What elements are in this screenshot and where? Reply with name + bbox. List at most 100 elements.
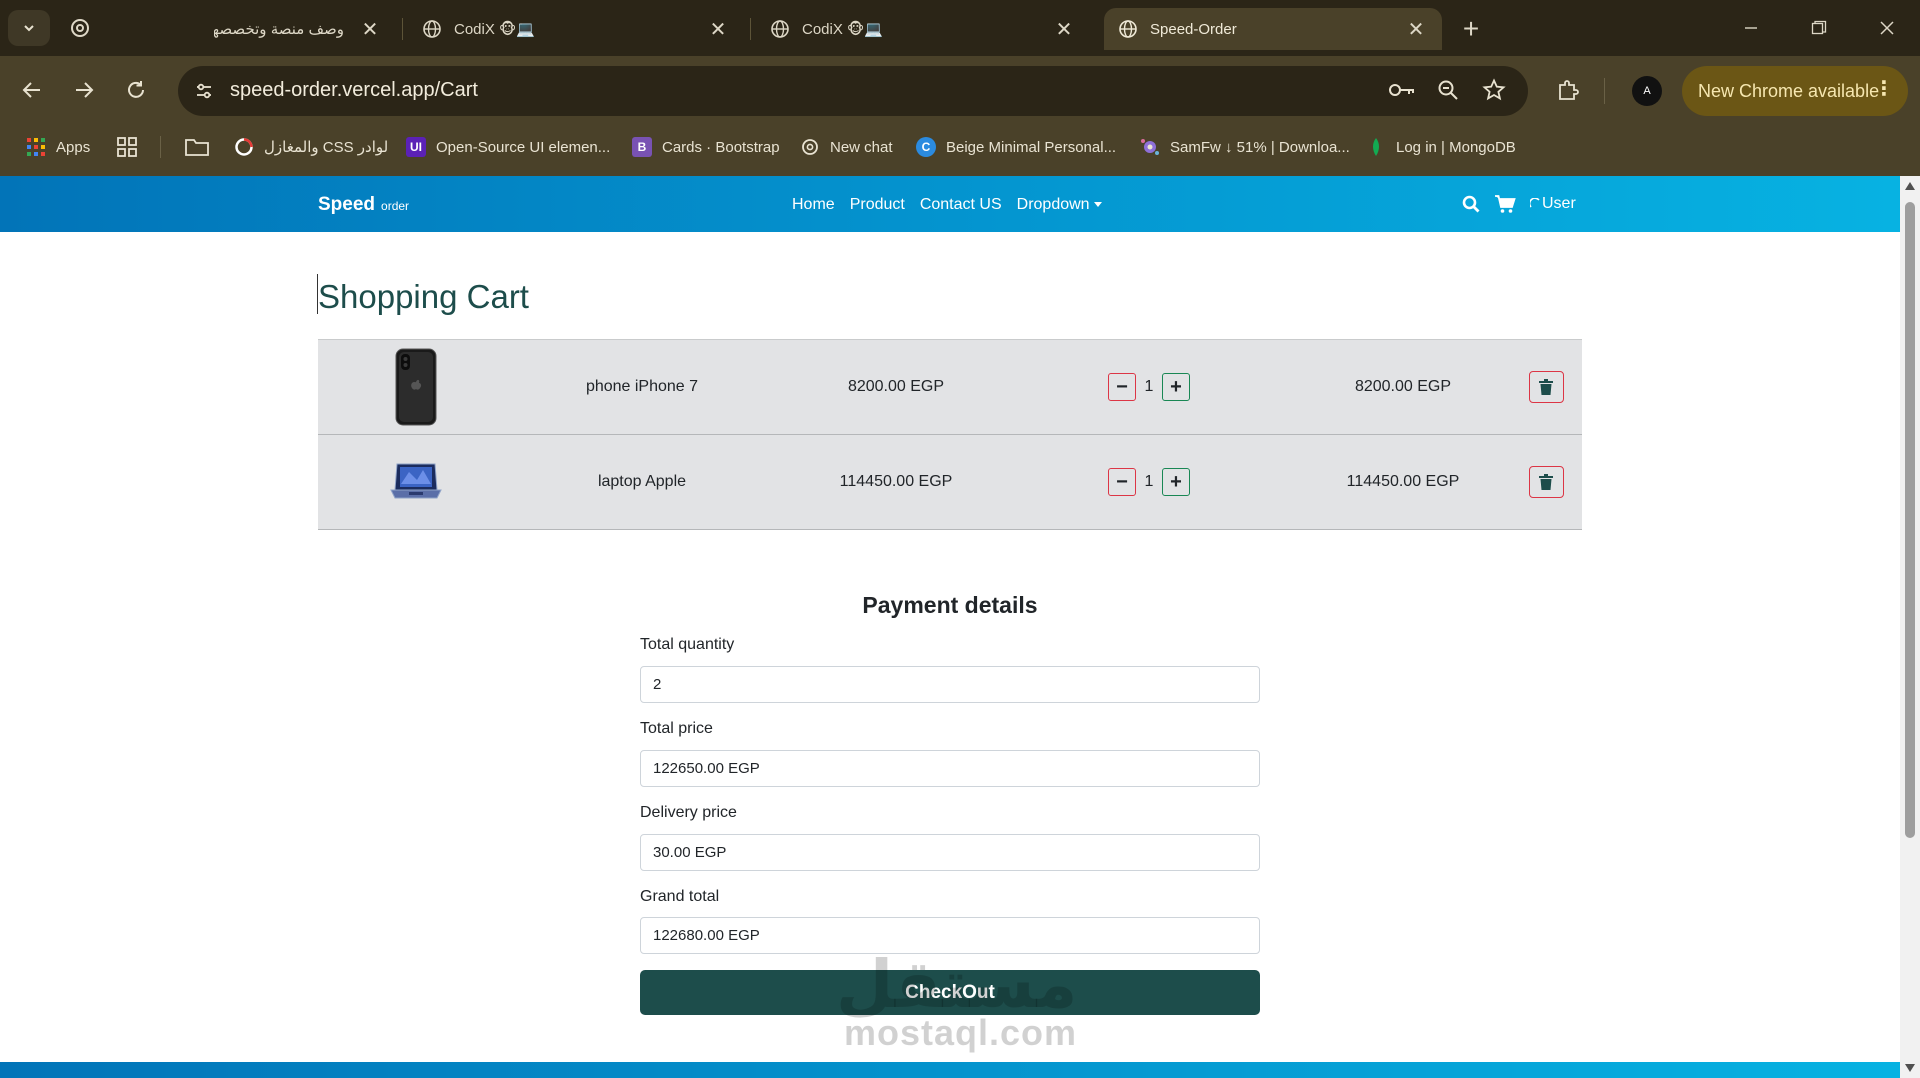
pinned-tab-chatgpt[interactable] [62,12,98,44]
product-total: 114450.00 EGP [1346,473,1460,490]
user-menu[interactable]: User [1530,195,1576,213]
loader-icon [235,138,253,156]
address-bar[interactable]: speed-order.vercel.app/Cart [178,66,1528,116]
increase-quantity-button[interactable]: + [1162,468,1190,496]
delete-item-button[interactable] [1528,466,1564,498]
nav-link-contact[interactable]: Contact US [920,196,1002,214]
zoom-out-icon [1438,80,1458,100]
new-tab-button[interactable]: + [1454,12,1488,46]
nav-links: Home Product Contact US Dropdown [792,196,1102,214]
tab-codix-1[interactable]: CodiX 🐵💻 ✕ [408,8,744,50]
bookmark-apps[interactable]: Apps [26,130,90,164]
tab-title: Speed-Order [1150,20,1237,38]
extensions-button[interactable] [1552,74,1584,106]
nav-dropdown[interactable]: Dropdown [1017,196,1102,214]
trash-icon [1539,474,1553,490]
bookmark-label: Log in | MongoDB [1396,138,1516,156]
scroll-down-arrow-icon[interactable] [1905,1064,1915,1072]
total-quantity-label: Total quantity [640,636,735,653]
increase-quantity-button[interactable]: + [1162,373,1190,401]
scrollbar-thumb[interactable] [1905,202,1915,838]
tab-codix-2[interactable]: CodiX 🐵💻 ✕ [756,8,1090,50]
new-chrome-available-button[interactable]: New Chrome available ⋮ [1682,66,1908,116]
bookmark-label: Open-Source UI elemen... [436,138,611,156]
page-scrollbar[interactable] [1900,176,1920,1078]
site-footer [0,1062,1900,1078]
close-window-button[interactable] [1864,10,1910,46]
samfw-icon [1141,139,1159,155]
bookmark-new-chat[interactable]: New chat [800,130,893,164]
total-quantity-field[interactable]: 2 [640,666,1260,703]
total-price-field[interactable]: 122650.00 EGP [640,750,1260,787]
delete-item-button[interactable] [1528,371,1564,403]
broken-image-icon [1530,198,1540,208]
scroll-up-arrow-icon[interactable] [1905,182,1915,190]
field-value: 30.00 EGP [653,844,727,861]
restore-button[interactable] [1796,10,1842,46]
browser-tab-strip: وصف منصة وتخصصها ✕ CodiX 🐵💻 ✕ CodiX 🐵💻 ✕… [0,0,1920,56]
chatgpt-icon [802,139,818,155]
tab-search-button[interactable] [8,10,50,46]
forward-button[interactable] [66,72,102,108]
bookmark-label: New chat [830,138,893,156]
product-name: laptop Apple [597,473,687,490]
brand-logo[interactable]: Speed order [318,194,409,216]
puzzle-icon [1559,80,1579,100]
minimize-button[interactable] [1728,10,1774,46]
bookmark-uiverse[interactable]: UI Open-Source UI elemen... [406,130,610,164]
nav-actions: User [1462,194,1576,214]
password-key-button[interactable] [1386,74,1418,106]
watermark-url: mostaql.com [844,1012,1078,1053]
close-icon [1880,21,1894,35]
minimize-icon [1745,27,1757,29]
url-text[interactable]: speed-order.vercel.app/Cart [230,79,478,102]
reload-button[interactable] [118,72,154,108]
brand-suffix: order [381,199,410,213]
close-icon[interactable]: ✕ [1404,17,1428,41]
avatar-initials: A [1643,85,1651,97]
back-button[interactable] [14,72,50,108]
search-icon[interactable] [1462,195,1480,213]
cart-icon[interactable] [1494,194,1516,214]
key-icon [1389,84,1414,96]
nav-link-home[interactable]: Home [792,196,835,214]
bookmark-mongodb[interactable]: Log in | MongoDB [1366,130,1516,164]
decrease-quantity-button[interactable]: − [1108,468,1136,496]
delete-cell [1516,435,1576,529]
bookmark-folder[interactable] [184,130,210,164]
tab-arabic[interactable]: وصف منصة وتخصصها ✕ [200,8,396,50]
decrease-quantity-button[interactable]: − [1108,373,1136,401]
close-icon[interactable]: ✕ [358,17,382,41]
bookmark-samfw[interactable]: SamFw ↓ 51% | Downloa... [1140,130,1350,164]
tab-speed-order[interactable]: Speed-Order ✕ [1104,8,1442,50]
nav-link-product[interactable]: Product [850,196,905,214]
delivery-price-field[interactable]: 30.00 EGP [640,834,1260,871]
tab-groups-button[interactable] [116,130,138,164]
quantity-stepper: − 1 + [1022,435,1276,529]
bookmark-bootstrap[interactable]: B Cards · Bootstrap [632,130,780,164]
bookmarks-bar: Apps لوادر CSS والمغازل UI Open-Source U… [0,130,1920,164]
tab-separator [750,18,751,40]
globe-icon [771,20,789,38]
trash-icon [1539,379,1553,395]
cart-table: phone iPhone 7 8200.00 EGP − 1 + 8200.00… [318,339,1582,530]
page-title: Shopping Cart [318,278,529,315]
globe-icon [423,20,441,38]
bookmark-label: Beige Minimal Personal... [946,138,1117,156]
profile-avatar[interactable]: A [1632,76,1662,106]
mongodb-icon [1373,138,1379,156]
toolbar-divider [1604,78,1605,104]
close-icon[interactable]: ✕ [706,17,730,41]
product-image-cell [318,435,514,529]
arrow-left-icon [22,82,40,98]
zoom-button[interactable] [1432,74,1464,106]
tab-title: CodiX 🐵💻 [802,21,884,38]
close-icon[interactable]: ✕ [1052,17,1076,41]
field-value: 2 [653,676,662,693]
bookmark-canva[interactable]: C Beige Minimal Personal... [916,130,1116,164]
laptop-image [390,463,442,499]
site-info-button[interactable] [188,75,220,107]
bookmark-css-loaders[interactable]: لوادر CSS والمغازل [234,130,388,164]
bookmark-star-button[interactable] [1478,74,1510,106]
grand-total-label: Grand total [640,888,720,905]
